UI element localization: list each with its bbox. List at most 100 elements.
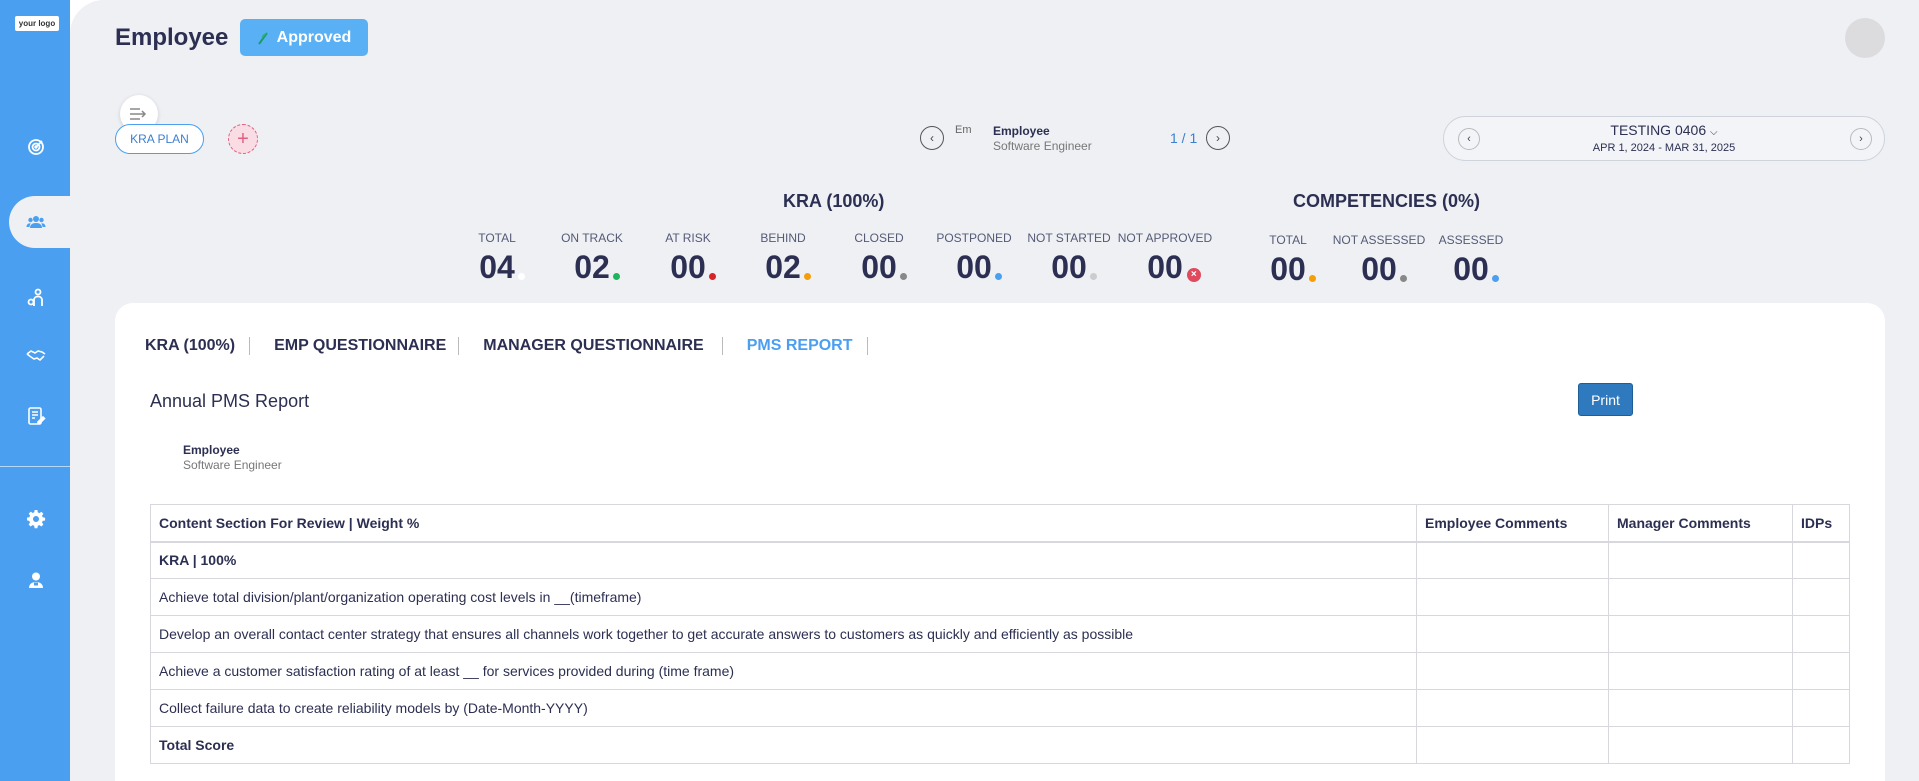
period-title[interactable]: TESTING 0406 ⌵ — [1444, 122, 1884, 138]
approved-status-button[interactable]: Approved — [240, 19, 368, 56]
idp-cell — [1792, 615, 1850, 653]
employee-photo: Em — [955, 124, 977, 152]
kra-plan-button[interactable]: KRA PLAN — [115, 124, 204, 154]
tab-kra[interactable]: KRA (100%) — [145, 337, 251, 355]
table-row: Achieve total division/plant/organizatio… — [150, 578, 1850, 616]
stat-value: 02 — [574, 249, 620, 286]
period-dates: APR 1, 2024 - MAR 31, 2025 — [1592, 142, 1736, 154]
column-header: Manager Comments — [1608, 504, 1793, 542]
manager-comment-cell — [1608, 578, 1793, 616]
table-row: Achieve a customer satisfaction rating o… — [150, 652, 1850, 690]
manager-comment-cell — [1608, 541, 1793, 579]
employee-comment-cell — [1416, 578, 1609, 616]
not-approved-icon: × — [1186, 268, 1201, 282]
table-row: Develop an overall contact center strate… — [150, 615, 1850, 653]
table-row: Collect failure data to create reliabili… — [150, 689, 1850, 727]
employee-comment-cell — [1416, 652, 1609, 690]
stat-number: 00 — [670, 249, 706, 285]
idp-cell — [1792, 652, 1850, 690]
period-selector[interactable]: ‹ TESTING 0406 ⌵ APR 1, 2024 - MAR 31, 2… — [1443, 116, 1885, 161]
kra-stat-not-approved[interactable]: NOT APPROVED 00 × — [1105, 231, 1225, 286]
total-score-cell: Total Score — [150, 726, 1417, 764]
stat-number: 00 — [861, 249, 897, 285]
tab-pms-report[interactable]: PMS REPORT — [723, 337, 868, 355]
prev-employee-button[interactable]: ‹ — [920, 126, 944, 150]
stat-number: 00 — [956, 249, 992, 285]
chevron-down-icon: ⌵ — [1710, 127, 1718, 138]
leaf-icon — [257, 31, 268, 45]
kra-item-cell: Develop an overall contact center strate… — [150, 615, 1417, 653]
idp-cell — [1792, 578, 1850, 616]
kra-summary-title: KRA (100%) — [783, 191, 885, 211]
target-icon[interactable] — [22, 133, 50, 161]
report-employee-name: Employee — [183, 443, 240, 457]
stat-value: 00 — [1270, 251, 1316, 288]
stat-label: ASSESSED — [1438, 233, 1504, 247]
competencies-stat-assessed[interactable]: ASSESSED 00 — [1411, 233, 1531, 288]
print-button[interactable]: Print — [1578, 383, 1633, 416]
sidebar: your logo — [0, 0, 79, 781]
stat-number: 00 — [1051, 249, 1087, 285]
employee-role: Software Engineer — [993, 139, 1092, 153]
handshake-icon[interactable] — [22, 341, 50, 369]
stat-value: 00 — [1361, 251, 1407, 288]
logo-text: your logo — [18, 19, 56, 28]
status-dot — [612, 273, 620, 280]
employee-comment-cell — [1416, 726, 1609, 764]
user-support-icon[interactable] — [22, 566, 50, 594]
stat-number: 02 — [574, 249, 610, 285]
add-button[interactable]: + — [228, 124, 258, 154]
status-dot — [899, 273, 907, 280]
column-header: IDPs — [1792, 504, 1850, 542]
status-dot — [1399, 275, 1407, 282]
next-employee-button[interactable]: › — [1206, 126, 1230, 150]
employee-photo-alt: Em — [955, 124, 972, 136]
stat-number: 00 — [1270, 251, 1306, 287]
next-period-button[interactable]: › — [1850, 128, 1872, 150]
tab-bar: KRA (100%) EMP QUESTIONNAIRE MANAGER QUE… — [145, 337, 868, 355]
idp-cell — [1792, 726, 1850, 764]
stat-value: 00 — [956, 249, 1002, 286]
manager-comment-cell — [1608, 726, 1793, 764]
stat-number: 04 — [479, 249, 515, 285]
settings-icon[interactable] — [22, 505, 50, 533]
report-title: Annual PMS Report — [150, 391, 310, 411]
tab-manager-questionnaire[interactable]: MANAGER QUESTIONNAIRE — [459, 337, 723, 355]
competencies-summary-title: COMPETENCIES (0%) — [1293, 191, 1481, 211]
stat-value: 02 — [765, 249, 811, 286]
stat-number: 00 — [1147, 249, 1183, 285]
sidebar-divider — [0, 466, 70, 467]
employee-comment-cell — [1416, 689, 1609, 727]
person-icon[interactable] — [22, 284, 50, 312]
chevron-left-icon: ‹ — [930, 131, 934, 145]
manager-comment-cell — [1608, 689, 1793, 727]
status-dot — [517, 273, 525, 280]
status-dot — [708, 273, 716, 280]
status-label: Approved — [276, 28, 352, 46]
chevron-right-icon: › — [1859, 133, 1863, 145]
manager-comment-cell — [1608, 652, 1793, 690]
stat-label: NOT APPROVED — [1117, 231, 1213, 245]
stat-value: 00 — [861, 249, 907, 286]
collapse-arrow-icon — [130, 108, 147, 120]
column-header: Content Section For Review | Weight % — [150, 504, 1417, 542]
users-icon[interactable] — [22, 208, 50, 236]
user-avatar[interactable] — [1845, 18, 1885, 58]
tab-emp-questionnaire[interactable]: EMP QUESTIONNAIRE — [250, 337, 460, 355]
status-dot — [1308, 275, 1316, 282]
table-row: Total Score — [150, 726, 1850, 764]
kra-item-cell: Achieve a customer satisfaction rating o… — [150, 652, 1417, 690]
employee-name: Employee — [993, 124, 1050, 138]
stat-value: 00 — [1051, 249, 1097, 286]
manager-comment-cell — [1608, 615, 1793, 653]
edit-report-icon[interactable] — [22, 402, 50, 430]
table-row: KRA | 100% — [150, 541, 1850, 579]
column-header: Employee Comments — [1416, 504, 1609, 542]
employee-pager: 1 / 1 — [1170, 130, 1198, 146]
stat-value: 04 — [479, 249, 525, 286]
stat-value: 00 — [670, 249, 716, 286]
section-cell: KRA | 100% — [150, 541, 1417, 579]
table-header-row: Content Section For Review | Weight % Em… — [150, 504, 1850, 542]
status-dot — [803, 273, 811, 280]
chevron-right-icon: › — [1216, 131, 1220, 145]
